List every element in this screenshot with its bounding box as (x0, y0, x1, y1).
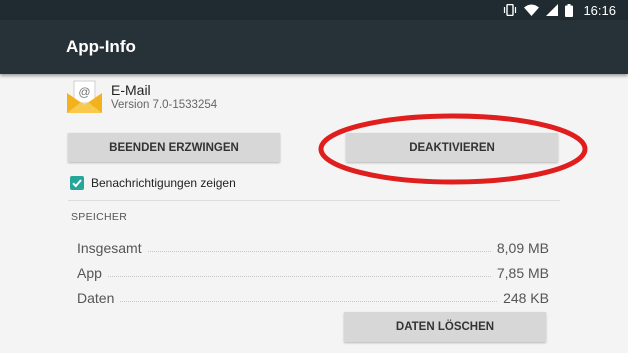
svg-text:@: @ (78, 85, 90, 99)
force-stop-button[interactable]: BEENDEN ERZWINGEN (68, 133, 280, 162)
clear-data-button[interactable]: DATEN LÖSCHEN (344, 312, 546, 342)
storage-header: SPEICHER (71, 211, 128, 223)
storage-row-label: App (77, 265, 102, 281)
notifications-label[interactable]: Benachrichtigungen zeigen (91, 176, 236, 190)
page-title: App-Info (66, 37, 136, 56)
wifi-icon (524, 4, 540, 16)
notifications-checkbox[interactable] (70, 176, 84, 190)
status-bar: 16:16 (0, 0, 628, 20)
status-time: 16:16 (583, 2, 616, 18)
storage-row-label: Insgesamt (77, 240, 142, 256)
check-icon (72, 179, 82, 188)
storage-row-value: 7,85 MB (496, 265, 549, 281)
storage-row-app: App 7,85 MB (77, 261, 549, 281)
highlight-ellipse (318, 113, 588, 185)
vibrate-icon (503, 4, 517, 16)
battery-icon (565, 3, 574, 17)
storage-row-total: Insgesamt 8,09 MB (77, 236, 549, 256)
email-envelope-icon: @ (66, 80, 103, 114)
signal-icon (546, 4, 559, 16)
storage-row-value: 248 KB (503, 290, 549, 306)
storage-row-data: Daten 248 KB (77, 286, 549, 306)
storage-row-value: 8,09 MB (496, 240, 549, 256)
dotted-leader (107, 276, 491, 277)
storage-row-label: Daten (77, 290, 115, 306)
app-name: E-Mail (111, 82, 151, 98)
dotted-leader (147, 251, 491, 252)
app-bar: App-Info (0, 20, 628, 74)
app-version: Version 7.0-1533254 (111, 99, 218, 111)
dotted-leader (120, 301, 498, 302)
divider (68, 200, 560, 201)
